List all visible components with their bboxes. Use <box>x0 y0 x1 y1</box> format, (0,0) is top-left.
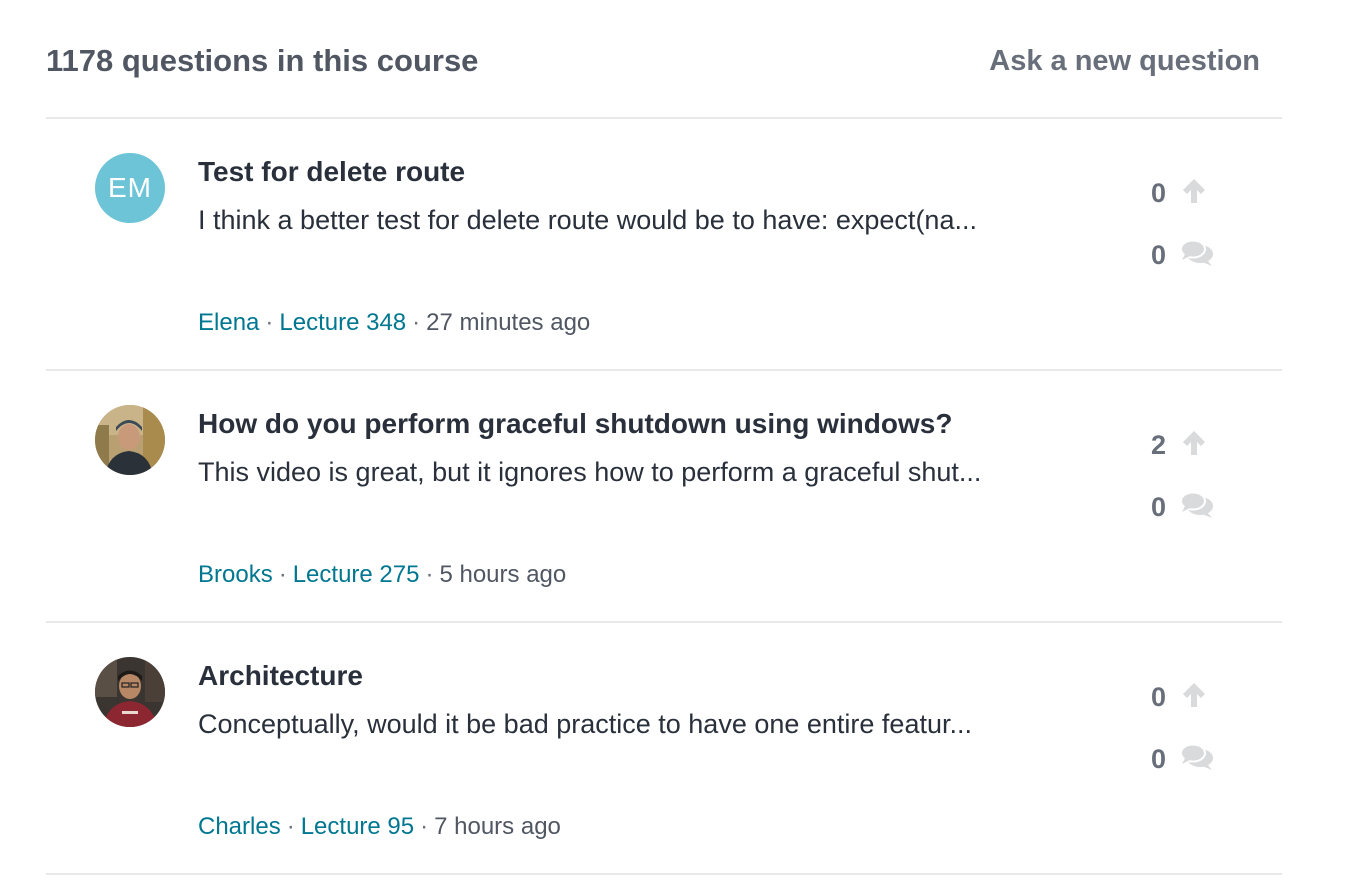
upvote-stat[interactable]: 2 <box>1144 425 1264 465</box>
upvote-stat[interactable]: 0 <box>1144 677 1264 717</box>
ask-new-question-button[interactable]: Ask a new question <box>989 42 1260 80</box>
arrow-up-icon[interactable] <box>1180 681 1208 714</box>
timestamp: 5 hours ago <box>439 561 567 588</box>
timestamp: 7 hours ago <box>434 813 561 840</box>
question-preview: I think a better test for delete route w… <box>198 205 977 235</box>
upvote-count: 0 <box>1150 681 1166 712</box>
question-title[interactable]: How do you perform graceful shutdown usi… <box>198 407 952 441</box>
meta-separator: · <box>278 561 287 588</box>
arrow-up-icon[interactable] <box>1180 429 1208 462</box>
author-link[interactable]: Elena <box>198 309 259 336</box>
question-item[interactable]: Architecture Conceptually, would it be b… <box>46 623 1282 875</box>
timestamp: 27 minutes ago <box>426 309 591 336</box>
speech-bubbles-icon <box>1180 239 1214 272</box>
question-item[interactable]: EM Test for delete route I think a bette… <box>46 119 1282 371</box>
replies-stat[interactable]: 0 <box>1144 487 1264 527</box>
meta-separator: · <box>425 561 434 588</box>
upvote-stat[interactable]: 0 <box>1144 173 1264 213</box>
meta-separator: · <box>420 813 429 840</box>
replies-stat[interactable]: 0 <box>1144 739 1264 779</box>
replies-count: 0 <box>1150 239 1166 270</box>
question-meta: Brooks · Lecture 275 · 5 hours ago <box>198 560 566 590</box>
speech-bubbles-icon <box>1180 491 1214 524</box>
author-link[interactable]: Charles <box>198 813 281 840</box>
replies-stat[interactable]: 0 <box>1144 235 1264 275</box>
question-meta: Charles · Lecture 95 · 7 hours ago <box>198 812 561 842</box>
upvote-count: 0 <box>1150 177 1166 208</box>
question-meta: Elena · Lecture 348 · 27 minutes ago <box>198 308 590 338</box>
question-title[interactable]: Test for delete route <box>198 155 465 189</box>
question-preview: Conceptually, would it be bad practice t… <box>198 709 972 739</box>
replies-count: 0 <box>1150 491 1166 522</box>
meta-separator: · <box>412 309 421 336</box>
avatar[interactable]: EM <box>95 153 165 223</box>
arrow-up-icon[interactable] <box>1180 177 1208 210</box>
meta-separator: · <box>265 309 274 336</box>
avatar[interactable] <box>95 405 165 475</box>
question-item[interactable]: How do you perform graceful shutdown usi… <box>46 371 1282 623</box>
speech-bubbles-icon <box>1180 743 1214 776</box>
question-preview: This video is great, but it ignores how … <box>198 457 982 487</box>
meta-separator: · <box>286 813 295 840</box>
question-title[interactable]: Architecture <box>198 659 363 693</box>
questions-header: 1178 questions in this course Ask a new … <box>46 0 1282 119</box>
upvote-count: 2 <box>1150 429 1166 460</box>
avatar[interactable] <box>95 657 165 727</box>
question-count: 1178 questions in this course <box>46 43 479 78</box>
lecture-link[interactable]: Lecture 95 <box>301 813 414 840</box>
questions-panel: 1178 questions in this course Ask a new … <box>46 0 1282 875</box>
lecture-link[interactable]: Lecture 348 <box>279 309 406 336</box>
replies-count: 0 <box>1150 743 1166 774</box>
lecture-link[interactable]: Lecture 275 <box>293 561 420 588</box>
author-link[interactable]: Brooks <box>198 561 273 588</box>
question-list: EM Test for delete route I think a bette… <box>46 119 1282 875</box>
